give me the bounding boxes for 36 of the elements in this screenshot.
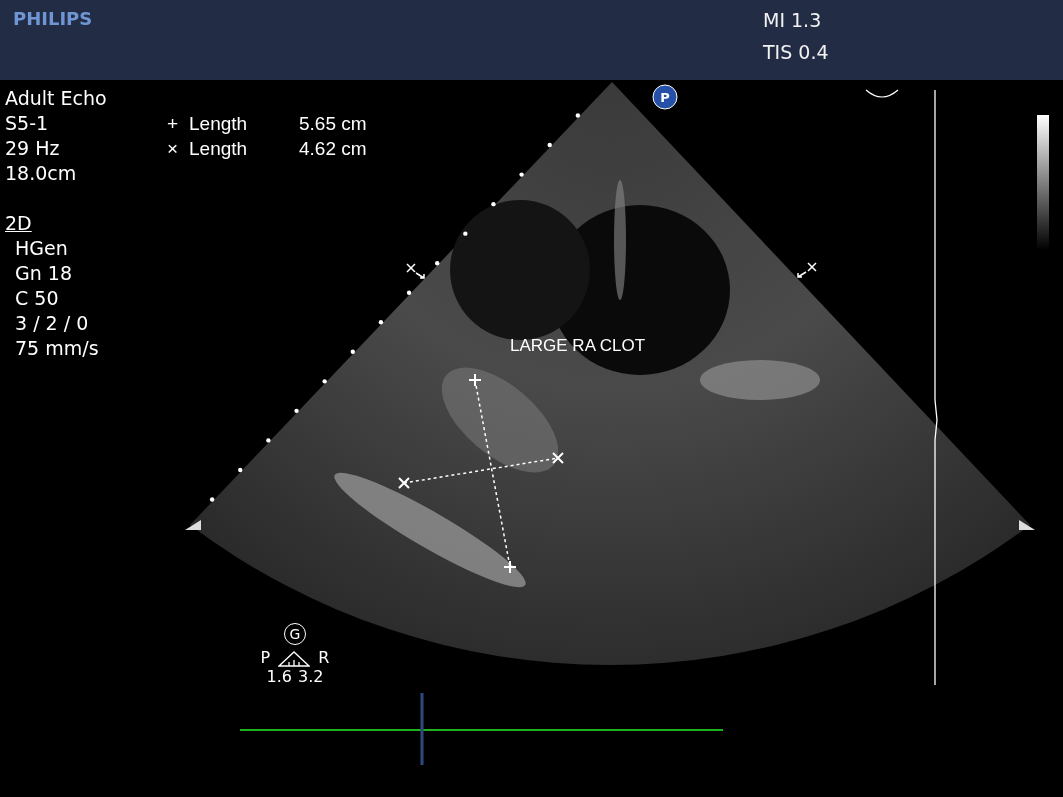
focus-marker-icon bbox=[1019, 520, 1035, 530]
marker-symbol: × bbox=[167, 137, 180, 161]
probe-badge-label: P bbox=[660, 90, 670, 105]
mode-setting: HGen bbox=[15, 236, 69, 261]
index-readout: MI 1.3 bbox=[763, 9, 823, 31]
mode-setting: 75 mm/s bbox=[15, 336, 100, 361]
orientation-value: 1.6 bbox=[266, 667, 292, 686]
probe-badge bbox=[652, 84, 678, 110]
marker-symbol: + bbox=[167, 112, 180, 136]
steer-marker-icon bbox=[797, 262, 817, 278]
measurement-label: Length bbox=[189, 112, 249, 136]
mode-setting: 3 / 2 / 0 bbox=[15, 311, 90, 336]
cross-marker-icon bbox=[552, 452, 564, 464]
orientation-triangle-icon bbox=[278, 651, 311, 667]
steer-marker-icon bbox=[406, 263, 425, 279]
plus-marker-icon bbox=[503, 560, 517, 574]
cross-marker-icon bbox=[398, 477, 410, 489]
index-readout: TIS 0.4 bbox=[763, 41, 830, 63]
measurement-value: 4.62 cm bbox=[299, 137, 367, 161]
image-annotation: LARGE RA CLOT bbox=[510, 336, 646, 355]
orientation-label: P bbox=[260, 648, 271, 667]
orientation-value: 3.2 bbox=[298, 667, 324, 686]
measurement-value: 5.65 cm bbox=[299, 112, 367, 136]
preset-readout: 29 Hz bbox=[5, 136, 61, 161]
preset-readout: Adult Echo bbox=[5, 86, 108, 111]
logo: PHILIPS bbox=[13, 8, 93, 29]
focus-marker-icon bbox=[185, 520, 201, 530]
preset-readout: S5-1 bbox=[5, 111, 50, 136]
mode-setting: Gn 18 bbox=[15, 261, 73, 286]
orientation-label: R bbox=[318, 648, 330, 667]
preset-readout: 18.0cm bbox=[5, 161, 78, 186]
arc-mark-icon bbox=[865, 89, 899, 98]
measurement-label: Length bbox=[189, 137, 249, 161]
mode-title: 2D bbox=[5, 211, 32, 236]
plus-marker-icon bbox=[468, 373, 482, 387]
mode-setting: C 50 bbox=[15, 286, 60, 311]
